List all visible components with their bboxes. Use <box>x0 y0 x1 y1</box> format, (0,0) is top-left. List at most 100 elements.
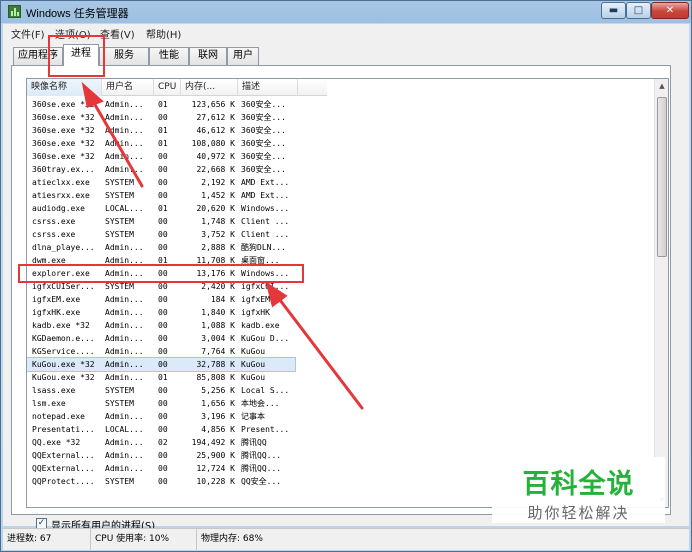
column-image-name[interactable]: 映像名称 <box>27 79 102 96</box>
process-cpu: 00 <box>158 399 168 408</box>
scroll-thumb[interactable] <box>657 97 667 257</box>
process-cpu: 00 <box>158 386 168 395</box>
process-name: igfxCUISer... <box>32 282 95 291</box>
main-panel: 应用程序 进程 服务 性能 联网 用户 映像名称 用户名 CPU 内存(... … <box>3 42 689 532</box>
table-row[interactable]: Presentati... LOCAL... 00 4,856 K Present... <box>27 423 295 436</box>
process-description: 记事本 <box>241 412 265 421</box>
table-row[interactable]: QQExternal... Admin... 00 12,724 K 腾讯QQ... <box>27 462 295 475</box>
table-row[interactable]: csrss.exe SYSTEM 00 3,752 K Client ... <box>27 228 295 241</box>
process-memory: 22,668 K <box>196 165 235 174</box>
table-row[interactable]: 360se.exe *32 Admin... 01 46,612 K 360安全... <box>27 124 295 137</box>
process-user: LOCAL... <box>105 425 144 434</box>
table-row[interactable]: atieclxx.exe SYSTEM 00 2,192 K AMD Ext... <box>27 176 295 189</box>
process-memory: 4,856 K <box>201 425 235 434</box>
process-description: 360安全... <box>241 139 286 148</box>
process-name: 360se.exe *32 <box>32 139 95 148</box>
tab-users[interactable]: 用户 <box>227 47 259 65</box>
table-row[interactable]: 360se.exe *32 Admin... 00 40,972 K 360安全... <box>27 150 295 163</box>
scroll-up-arrow-icon[interactable]: ▲ <box>655 79 668 93</box>
table-row[interactable]: lsm.exe SYSTEM 00 1,656 K 本地会... <box>27 397 295 410</box>
table-row[interactable]: igfxHK.exe Admin... 00 1,840 K igfxHK <box>27 306 295 319</box>
process-memory: 5,256 K <box>201 386 235 395</box>
table-row[interactable]: KuGou.exe *32 Admin... 00 32,788 K KuGou <box>27 357 296 372</box>
menu-file[interactable]: 文件(F) <box>11 26 45 41</box>
table-row[interactable]: KGDaemon.e... Admin... 00 3,004 K KuGou D... <box>27 332 295 345</box>
table-row[interactable]: QQProtect.... SYSTEM 00 10,228 K QQ安全... <box>27 475 295 488</box>
maximize-button[interactable]: □ <box>626 2 651 19</box>
process-name: atiesrxx.exe <box>32 191 90 200</box>
process-name: csrss.exe <box>32 230 76 239</box>
process-memory: 20,620 K <box>196 204 235 213</box>
table-row[interactable]: igfxCUISer... SYSTEM 00 2,420 K igfxCUI... <box>27 280 295 293</box>
process-memory: 1,656 K <box>201 399 235 408</box>
table-row[interactable]: csrss.exe SYSTEM 00 1,748 K Client ... <box>27 215 295 228</box>
column-user-name[interactable]: 用户名 <box>102 79 154 96</box>
table-row[interactable]: notepad.exe Admin... 00 3,196 K 记事本 <box>27 410 295 423</box>
tab-applications[interactable]: 应用程序 <box>13 47 63 65</box>
process-name: QQExternal... <box>32 464 95 473</box>
menu-options[interactable]: 选项(O) <box>55 26 91 41</box>
process-cpu: 00 <box>158 464 168 473</box>
process-description: 酷狗DLN... <box>241 243 286 252</box>
process-user: Admin... <box>105 165 144 174</box>
process-list[interactable]: 映像名称 用户名 CPU 内存(... 描述 360se.exe *32 Admi… <box>26 78 669 508</box>
process-memory: 40,972 K <box>196 152 235 161</box>
process-description: 腾讯QQ <box>241 438 267 447</box>
tab-networking[interactable]: 联网 <box>189 47 227 65</box>
menu-help[interactable]: 帮助(H) <box>146 26 181 41</box>
table-row[interactable]: audiodg.exe LOCAL... 01 20,620 K Windows... <box>27 202 295 215</box>
process-description: Local S... <box>241 386 290 395</box>
process-memory: 1,748 K <box>201 217 235 226</box>
status-cpu-usage: CPU 使用率: 10% <box>91 529 197 550</box>
column-description[interactable]: 描述 <box>238 79 298 96</box>
process-name: lsass.exe <box>32 386 76 395</box>
process-name: kadb.exe *32 <box>32 321 90 330</box>
process-name: 360se.exe *32 <box>32 100 95 109</box>
process-user: Admin... <box>105 269 144 278</box>
process-user: Admin... <box>105 308 144 317</box>
process-user: Admin... <box>105 347 144 356</box>
process-cpu: 00 <box>158 347 168 356</box>
menu-view[interactable]: 查看(V) <box>100 26 135 41</box>
column-cpu[interactable]: CPU <box>154 79 181 96</box>
processes-tab-page: 映像名称 用户名 CPU 内存(... 描述 360se.exe *32 Admi… <box>11 65 671 532</box>
process-cpu: 01 <box>158 100 168 109</box>
process-description: KuGou <box>241 347 266 356</box>
table-row[interactable]: 360se.exe *32 Admin... 01 108,080 K 360安全... <box>27 137 295 150</box>
process-memory: 194,492 K <box>191 438 235 447</box>
process-description: 腾讯QQ... <box>241 464 282 473</box>
table-row[interactable]: lsass.exe SYSTEM 00 5,256 K Local S... <box>27 384 295 397</box>
watermark-logo: 百科全说 助你轻松解决 <box>492 457 665 523</box>
table-row[interactable]: dwm.exe Admin... 01 11,708 K 桌面窗... <box>27 254 295 267</box>
table-row[interactable]: KuGou.exe *32 Admin... 01 85,808 K KuGou <box>27 371 295 384</box>
close-button[interactable]: ✕ <box>651 2 689 19</box>
process-description: KuGou D... <box>241 334 290 343</box>
table-row[interactable]: 360se.exe *32 Admin... 01 123,656 K 360安全... <box>27 98 295 111</box>
tab-services[interactable]: 服务 <box>99 47 149 65</box>
table-row[interactable]: igfxEM.exe Admin... 00 184 K igfxEM <box>27 293 295 306</box>
table-row[interactable]: QQ.exe *32 Admin... 02 194,492 K 腾讯QQ <box>27 436 295 449</box>
process-description: 360安全... <box>241 113 286 122</box>
table-row[interactable]: KGService.... Admin... 00 7,764 K KuGou <box>27 345 295 358</box>
tab-processes[interactable]: 进程 <box>63 44 99 66</box>
table-row[interactable]: atiesrxx.exe SYSTEM 00 1,452 K AMD Ext... <box>27 189 295 202</box>
table-row[interactable]: explorer.exe Admin... 00 13,176 K Windows... <box>27 267 295 280</box>
table-row[interactable]: 360se.exe *32 Admin... 00 27,612 K 360安全... <box>27 111 295 124</box>
process-user: Admin... <box>105 412 144 421</box>
process-name: KGDaemon.e... <box>32 334 95 343</box>
title-bar[interactable]: Windows 任务管理器 ▬ □ ✕ <box>1 1 691 23</box>
process-memory: 2,192 K <box>201 178 235 187</box>
process-cpu: 02 <box>158 438 168 447</box>
table-row[interactable]: 360tray.ex... Admin... 00 22,668 K 360安全... <box>27 163 295 176</box>
process-cpu: 00 <box>158 113 168 122</box>
table-row[interactable]: dlna_playe... Admin... 00 2,888 K 酷狗DLN... <box>27 241 295 254</box>
minimize-button[interactable]: ▬ <box>601 2 626 19</box>
tab-performance[interactable]: 性能 <box>149 47 189 65</box>
column-memory[interactable]: 内存(... <box>181 79 238 96</box>
table-row[interactable]: QQExternal... Admin... 00 25,900 K 腾讯QQ... <box>27 449 295 462</box>
process-cpu: 00 <box>158 308 168 317</box>
process-memory: 3,004 K <box>201 334 235 343</box>
vertical-scrollbar[interactable]: ▲ ▼ <box>654 79 668 507</box>
process-name: igfxHK.exe <box>32 308 81 317</box>
table-row[interactable]: kadb.exe *32 Admin... 00 1,088 K kadb.exe <box>27 319 295 332</box>
